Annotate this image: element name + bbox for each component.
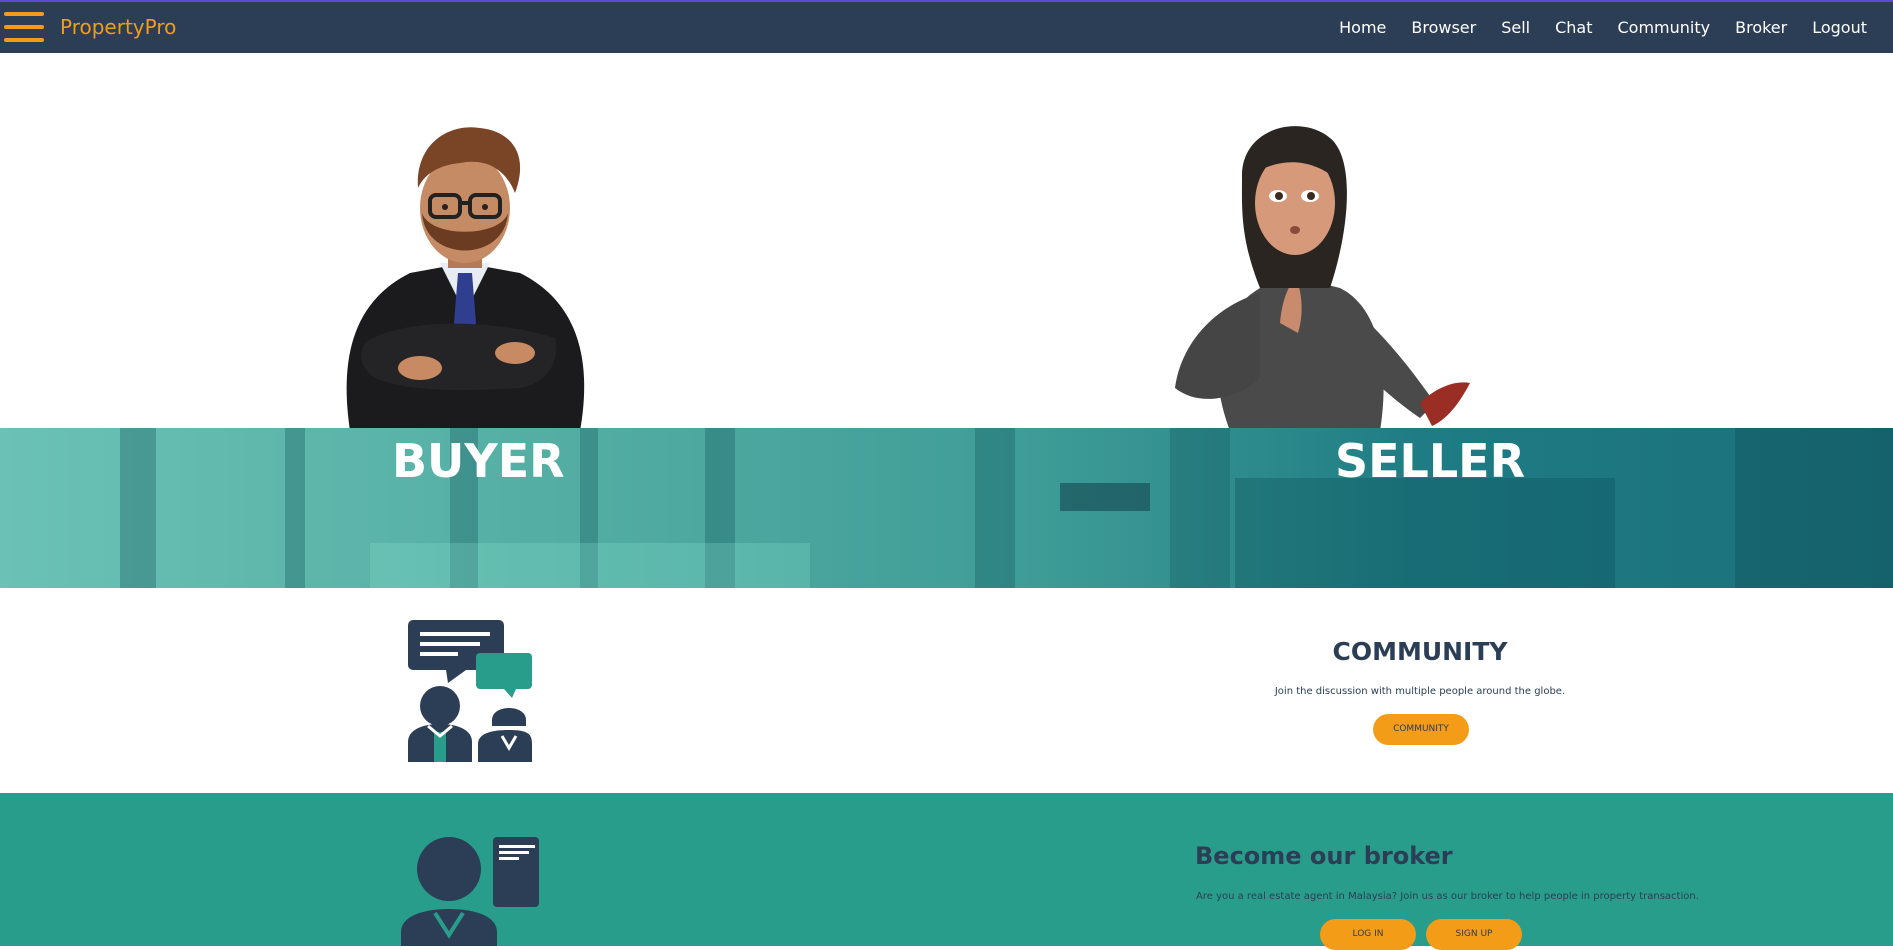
hero-band <box>0 428 1893 588</box>
brand-logo[interactable]: PropertyPro <box>60 15 176 39</box>
broker-title: Become our broker <box>1195 842 1453 870</box>
signup-button[interactable]: SIGN UP <box>1426 919 1522 950</box>
buyer-character-image[interactable] <box>330 113 600 431</box>
broker-description: Are you a real estate agent in Malaysia?… <box>1196 891 1699 902</box>
hamburger-menu-icon[interactable] <box>4 12 44 46</box>
nav-chat[interactable]: Chat <box>1555 18 1592 37</box>
nav-logout[interactable]: Logout <box>1812 18 1867 37</box>
login-button[interactable]: LOG IN <box>1320 919 1416 950</box>
nav-community[interactable]: Community <box>1618 18 1711 37</box>
broker-icon <box>401 837 539 946</box>
community-button[interactable]: COMMUNITY <box>1373 714 1469 745</box>
navbar: PropertyPro Home Browser Sell Chat Commu… <box>0 2 1893 53</box>
character-zone <box>0 53 1893 431</box>
community-chat-icon <box>408 620 532 762</box>
community-title: COMMUNITY <box>1332 637 1508 666</box>
nav-broker[interactable]: Broker <box>1735 18 1787 37</box>
buyer-label[interactable]: BUYER <box>392 434 565 488</box>
nav-sell[interactable]: Sell <box>1501 18 1530 37</box>
seller-character-image[interactable] <box>1170 118 1490 431</box>
nav-links: Home Browser Sell Chat Community Broker … <box>1314 18 1867 37</box>
seller-label[interactable]: SELLER <box>1335 434 1525 488</box>
broker-section <box>0 793 1893 946</box>
nav-home[interactable]: Home <box>1339 18 1386 37</box>
nav-browser[interactable]: Browser <box>1411 18 1476 37</box>
community-description: Join the discussion with multiple people… <box>1274 686 1566 697</box>
